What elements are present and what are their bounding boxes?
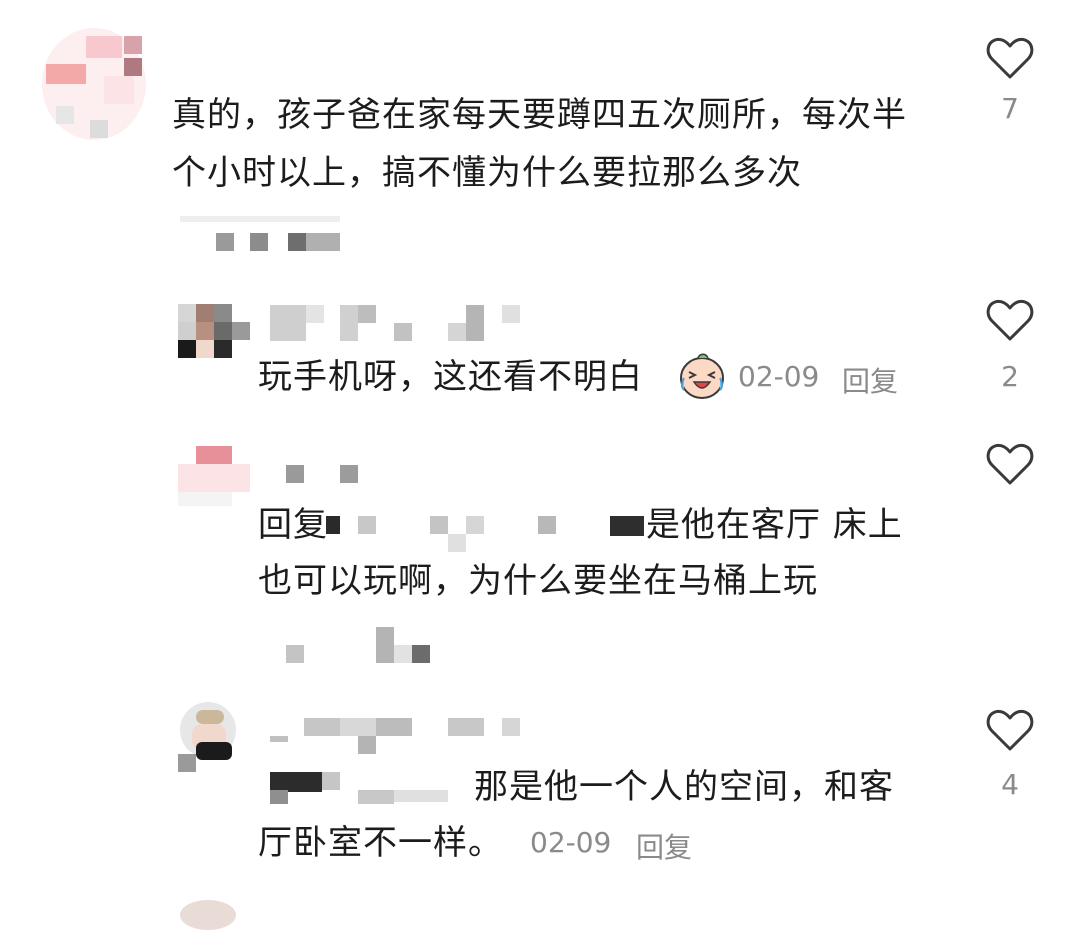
like-count: 2 bbox=[1001, 360, 1019, 393]
laughing-crying-face-icon bbox=[680, 353, 724, 399]
comment-text: 真的，孩子爸在家每天要蹲四五次厕所，每次半个小时以上，搞不懂为什么要拉那么多次 bbox=[172, 95, 907, 193]
avatar[interactable] bbox=[178, 446, 250, 506]
comment-text: 玩手机呀，这还看不明白 bbox=[258, 357, 643, 397]
avatar[interactable] bbox=[178, 304, 250, 358]
heart-outline-icon[interactable] bbox=[986, 708, 1034, 752]
comment-time: 02-09 bbox=[738, 360, 820, 393]
comment-text: 是他在客厅 床上 bbox=[646, 505, 903, 545]
avatar[interactable] bbox=[178, 700, 238, 772]
avatar[interactable] bbox=[42, 28, 146, 140]
reply-button[interactable]: 回复 bbox=[842, 360, 898, 400]
reply-button[interactable]: 回复 bbox=[636, 826, 692, 866]
comment-text-line-2: 也可以玩啊，为什么要坐在马桶上玩 bbox=[258, 561, 818, 601]
comment-text-line-2: 厅卧室不一样。 bbox=[258, 823, 503, 863]
comment-text: 那是他一个人的空间，和客 bbox=[474, 767, 894, 807]
comment-time: 02-09 bbox=[530, 826, 612, 859]
reply-prefix: 回复 bbox=[258, 505, 328, 545]
heart-outline-icon[interactable] bbox=[986, 36, 1034, 80]
avatar[interactable] bbox=[180, 900, 236, 930]
heart-outline-icon[interactable] bbox=[986, 298, 1034, 342]
like-count: 7 bbox=[1001, 92, 1019, 125]
like-count: 4 bbox=[1001, 768, 1019, 801]
heart-outline-icon[interactable] bbox=[986, 442, 1034, 486]
